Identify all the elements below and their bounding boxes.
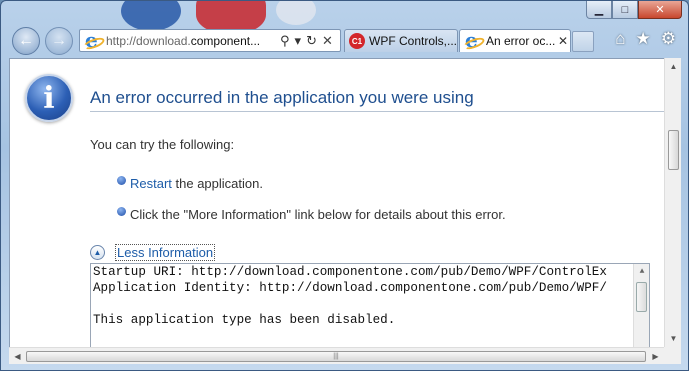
address-bar[interactable]: http://download.component... ⚲ ▾ ↻ ✕ [79, 28, 341, 52]
favorites-icon[interactable]: ★ [636, 29, 651, 49]
refresh-icon[interactable]: ↻ [306, 33, 317, 49]
less-information-toggle[interactable]: ▲ Less Information [90, 244, 216, 261]
back-arrow-icon: ← [18, 32, 34, 49]
scroll-up-icon[interactable]: ▲ [665, 58, 682, 75]
page-horizontal-scrollbar[interactable]: ◀ ||| ▶ [9, 347, 664, 364]
suggestions-heading: You can try the following: [90, 137, 235, 152]
new-tab-button[interactable] [572, 31, 594, 52]
title-divider [90, 111, 667, 112]
back-button[interactable]: ← [12, 27, 40, 55]
bullet-icon [117, 175, 126, 185]
error-details-text: Startup URI: http://download.componenton… [93, 265, 607, 327]
info-icon: i [25, 74, 73, 122]
scrollbar-corner [664, 347, 681, 364]
page-vscroll-thumb[interactable] [668, 130, 679, 170]
bullet-icon [117, 206, 126, 216]
page-hscroll-thumb[interactable]: ||| [26, 351, 646, 362]
browser-tools: ⌂ ★ ⚙ [615, 29, 676, 49]
caption-buttons: ▁ □ ✕ [586, 1, 682, 19]
page-content: i An error occurred in the application y… [9, 58, 681, 364]
list-item-more-info: Click the "More Information" link below … [117, 206, 506, 222]
details-scroll-thumb[interactable] [636, 282, 647, 312]
close-window-button[interactable]: ✕ [638, 1, 682, 19]
page-title: An error occurred in the application you… [90, 88, 474, 107]
less-information-link[interactable]: Less Information [115, 244, 216, 261]
stop-icon[interactable]: ✕ [322, 33, 333, 49]
forward-button[interactable]: → [45, 27, 73, 55]
maximize-button[interactable]: □ [612, 1, 638, 19]
scroll-down-icon[interactable]: ▼ [665, 330, 682, 347]
forward-arrow-icon: → [51, 32, 67, 49]
home-icon[interactable]: ⌂ [615, 29, 625, 49]
scroll-up-icon[interactable]: ▲ [634, 264, 649, 280]
componentone-icon: C1 [349, 33, 365, 49]
tab-error[interactable]: An error oc... ✕ [459, 29, 571, 52]
list-item-restart: Restart the application. [117, 175, 263, 191]
address-url[interactable]: http://download.component... [106, 34, 276, 48]
tab-wpf-controls[interactable]: C1 WPF Controls,... [344, 29, 458, 52]
navigation-bar: ← → http://download.component... ⚲ ▾ ↻ ✕… [1, 25, 688, 57]
restart-link[interactable]: Restart [130, 176, 172, 191]
minimize-button[interactable]: ▁ [586, 1, 612, 19]
search-icon[interactable]: ⚲ [280, 33, 290, 49]
close-tab-icon[interactable]: ✕ [556, 34, 570, 48]
ie-tab-icon [464, 30, 480, 52]
ie-page-icon [84, 28, 100, 52]
tools-gear-icon[interactable]: ⚙ [661, 29, 676, 49]
page-vertical-scrollbar[interactable]: ▲ ▼ [664, 58, 681, 347]
address-dropdown-icon[interactable]: ▾ [295, 33, 302, 49]
scroll-left-icon[interactable]: ◀ [9, 348, 26, 365]
collapse-chevron-icon[interactable]: ▲ [90, 245, 105, 260]
scroll-right-icon[interactable]: ▶ [647, 348, 664, 365]
browser-window: ▁ □ ✕ ← → http://download.component... ⚲… [0, 0, 689, 371]
